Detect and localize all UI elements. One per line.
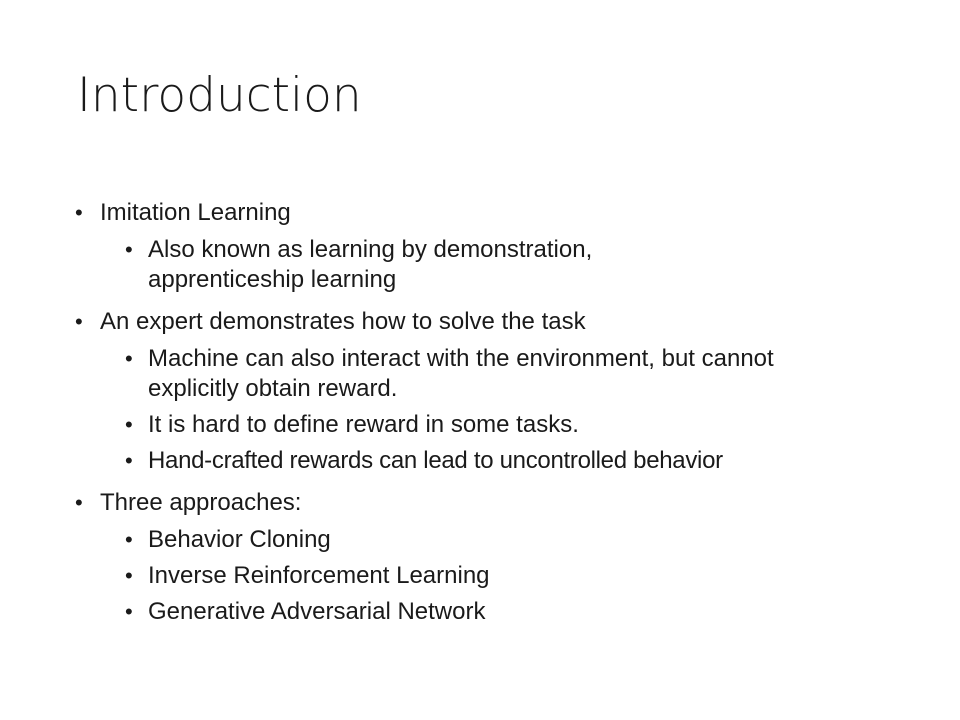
bullet-icon: • bbox=[125, 563, 133, 588]
bullet-icon: • bbox=[125, 412, 133, 437]
sub-bullet-item: • It is hard to define reward in some ta… bbox=[0, 410, 960, 440]
bullet-item-expert-demonstrates: • An expert demonstrates how to solve th… bbox=[0, 305, 960, 338]
bullet-icon: • bbox=[75, 200, 83, 225]
sub-bullet-item: • Inverse Reinforcement Learning bbox=[0, 561, 960, 591]
sub-bullet-text: Also known as learning by demonstration,… bbox=[148, 236, 593, 293]
sub-bullet-item: • Also known as learning by demonstratio… bbox=[0, 235, 960, 295]
bullet-icon: • bbox=[125, 346, 133, 371]
sub-bullet-text: Behavior Cloning bbox=[148, 526, 331, 553]
bullet-text: An expert demonstrates how to solve the … bbox=[100, 308, 586, 335]
sub-bullet-text: Hand-crafted rewards can lead to uncontr… bbox=[148, 447, 723, 474]
slide: Introduction • Imitation Learning • Also… bbox=[0, 0, 960, 720]
bullet-item-imitation-learning: • Imitation Learning bbox=[0, 196, 960, 229]
sub-bullet-text: Machine can also interact with the envir… bbox=[148, 345, 774, 402]
bullet-icon: • bbox=[125, 237, 133, 262]
bullet-list: • Imitation Learning • Also known as lea… bbox=[0, 196, 960, 627]
bullet-item-three-approaches: • Three approaches: bbox=[0, 486, 960, 519]
sub-bullet-item: • Machine can also interact with the env… bbox=[0, 344, 960, 404]
sub-bullet-item: • Generative Adversarial Network bbox=[0, 597, 960, 627]
slide-title: Introduction bbox=[77, 68, 362, 123]
bullet-icon: • bbox=[125, 527, 133, 552]
sub-bullet-item: • Hand-crafted rewards can lead to uncon… bbox=[0, 446, 960, 476]
sub-bullet-text: It is hard to define reward in some task… bbox=[148, 411, 579, 438]
bullet-text: Imitation Learning bbox=[100, 199, 291, 226]
bullet-icon: • bbox=[125, 599, 133, 624]
sub-bullet-item: • Behavior Cloning bbox=[0, 525, 960, 555]
bullet-icon: • bbox=[75, 309, 83, 334]
bullet-icon: • bbox=[75, 490, 83, 515]
bullet-icon: • bbox=[125, 448, 133, 473]
bullet-text: Three approaches: bbox=[100, 489, 302, 516]
sub-bullet-text: Generative Adversarial Network bbox=[148, 598, 486, 625]
sub-bullet-text: Inverse Reinforcement Learning bbox=[148, 562, 490, 589]
